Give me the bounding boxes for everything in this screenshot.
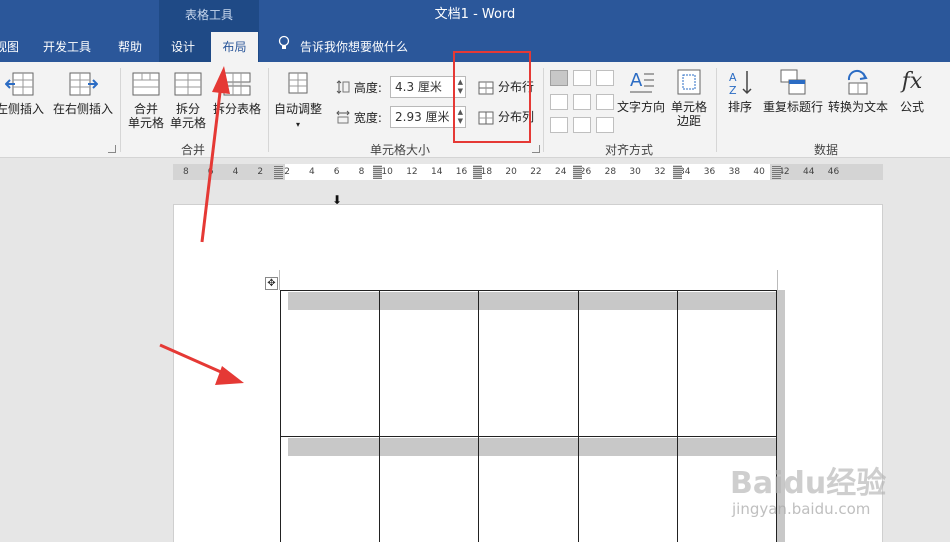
annotation-arrow-right [159, 343, 244, 385]
annotation-arrows [159, 66, 244, 385]
annotation-arrow-up [200, 66, 230, 243]
